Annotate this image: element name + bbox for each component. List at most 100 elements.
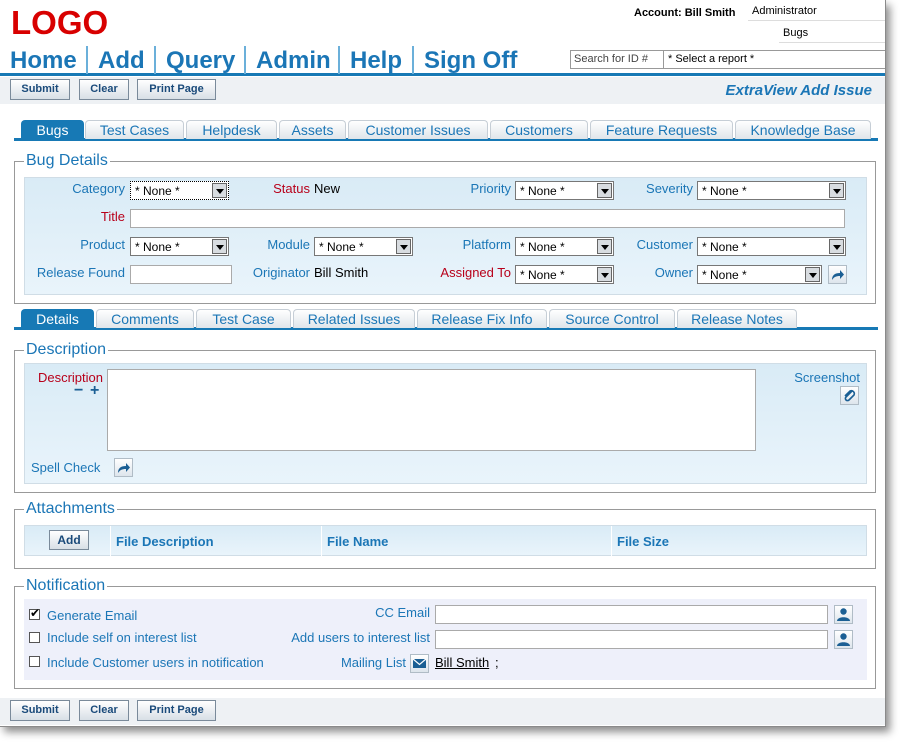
tab-customer-issues[interactable]: Customer Issues	[348, 120, 488, 139]
title-input[interactable]	[130, 209, 845, 228]
module-select[interactable]: * None *	[314, 237, 413, 256]
tab-bugs[interactable]: Bugs	[21, 120, 84, 139]
attachments-legend: Attachments	[24, 500, 117, 518]
priority-select[interactable]: * None *	[515, 181, 614, 200]
description-panel: Description − + Screenshot Spell Check	[24, 363, 867, 484]
notification-panel: Generate Email Include self on interest …	[24, 599, 867, 680]
severity-select[interactable]: * None *	[697, 181, 846, 200]
tab-helpdesk[interactable]: Helpdesk	[186, 120, 277, 139]
platform-select[interactable]: * None *	[515, 237, 614, 256]
platform-value: * None *	[520, 240, 565, 254]
chevron-down-icon	[597, 267, 612, 282]
mailing-list-label: Mailing List	[340, 655, 406, 670]
tab-knowledge-base[interactable]: Knowledge Base	[735, 120, 871, 139]
customer-select[interactable]: * None *	[697, 237, 846, 256]
chevron-down-icon	[597, 183, 612, 198]
priority-value: * None *	[520, 184, 565, 198]
role-field[interactable]: Administrator	[748, 3, 885, 21]
tab-details[interactable]: Details	[21, 309, 94, 328]
release-found-input[interactable]	[130, 265, 232, 284]
product-select[interactable]: * None *	[130, 237, 229, 256]
nav-admin[interactable]: Admin	[246, 46, 340, 74]
description-legend: Description	[24, 341, 109, 359]
clear-button[interactable]: Clear	[79, 79, 129, 100]
expand-icon[interactable]: +	[90, 382, 99, 400]
spell-check-button[interactable]	[114, 458, 133, 477]
logo: LOGO	[11, 4, 109, 41]
add-users-label: Add users to interest list	[291, 630, 430, 645]
tab-related-issues[interactable]: Related Issues	[293, 309, 415, 328]
paperclip-icon	[844, 389, 856, 402]
assigned-to-select[interactable]: * None *	[515, 265, 614, 284]
tab-comments[interactable]: Comments	[96, 309, 194, 328]
top-button-bar: Submit Clear Print Page ExtraView Add Is…	[0, 77, 885, 104]
mailing-list-button[interactable]	[410, 654, 429, 673]
mailing-user-link[interactable]: Bill Smith	[435, 655, 489, 670]
chevron-down-icon	[829, 239, 844, 254]
report-select[interactable]: * Select a report *	[663, 50, 885, 69]
originator-value: Bill Smith	[314, 265, 369, 280]
add-users-button[interactable]	[834, 630, 853, 649]
nav-home[interactable]: Home	[0, 46, 88, 74]
collapse-icon[interactable]: −	[74, 382, 83, 400]
assigned-to-label: Assigned To	[440, 265, 511, 280]
search-id-input[interactable]: Search for ID #	[570, 50, 665, 69]
tab-release-fix-info[interactable]: Release Fix Info	[417, 309, 547, 328]
submit-button[interactable]: Submit	[10, 79, 70, 100]
tab-source-control[interactable]: Source Control	[549, 309, 675, 328]
bottom-button-bar: Submit Clear Print Page	[0, 698, 885, 725]
bug-details-section: Bug Details Category * None * Status New…	[14, 152, 876, 304]
screenshot-button[interactable]	[840, 386, 859, 405]
tab-test-cases[interactable]: Test Cases	[85, 120, 184, 139]
include-customer-label: Include Customer users in notification	[47, 655, 264, 670]
tab-customers[interactable]: Customers	[490, 120, 588, 139]
owner-label: Owner	[654, 265, 693, 280]
tab-test-case[interactable]: Test Case	[196, 309, 291, 328]
user-icon	[837, 608, 850, 621]
nav-query[interactable]: Query	[156, 46, 246, 74]
category-label: Category	[72, 181, 125, 196]
description-textarea[interactable]	[107, 369, 756, 451]
tab-release-notes[interactable]: Release Notes	[677, 309, 797, 328]
attachments-section: Attachments Add File Description File Na…	[14, 500, 876, 569]
print-button-bottom[interactable]: Print Page	[137, 700, 216, 721]
chevron-down-icon	[829, 183, 844, 198]
module-label: Module	[267, 237, 310, 252]
status-value: New	[314, 181, 341, 196]
severity-label: Severity	[646, 181, 693, 196]
add-attachment-button[interactable]: Add	[49, 530, 89, 550]
priority-label: Priority	[470, 181, 511, 196]
originator-label: Originator	[252, 265, 310, 280]
generate-email-label: Generate Email	[47, 608, 138, 623]
category-select[interactable]: * None *	[130, 181, 229, 200]
nav-sign-off[interactable]: Sign Off	[414, 46, 526, 74]
tab-feature-requests[interactable]: Feature Requests	[590, 120, 733, 139]
attachments-header: Add File Description File Name File Size	[24, 525, 867, 557]
tab-assets[interactable]: Assets	[279, 120, 346, 139]
module-value: * None *	[319, 240, 364, 254]
chevron-down-icon	[597, 239, 612, 254]
col-file-description: File Description	[116, 534, 214, 549]
project-field[interactable]: Bugs	[779, 25, 885, 43]
include-self-checkbox[interactable]	[29, 632, 40, 643]
cc-email-user-button[interactable]	[834, 605, 853, 624]
detail-tabs: Details Comments Test Case Related Issue…	[14, 309, 878, 330]
print-button[interactable]: Print Page	[137, 79, 216, 100]
release-found-label: Release Found	[36, 265, 125, 280]
chevron-down-icon	[396, 239, 411, 254]
clear-button-bottom[interactable]: Clear	[79, 700, 129, 721]
include-customer-checkbox[interactable]	[29, 656, 40, 667]
chevron-down-icon	[805, 267, 820, 282]
owner-action-button[interactable]	[828, 265, 847, 284]
generate-email-checkbox[interactable]	[29, 606, 40, 620]
platform-label: Platform	[462, 237, 511, 252]
add-users-input[interactable]	[435, 630, 828, 649]
customer-label: Customer	[636, 237, 693, 252]
nav-help[interactable]: Help	[340, 46, 414, 74]
app-window: LOGO Account: Bill Smith Administrator B…	[0, 0, 886, 727]
owner-select[interactable]: * None *	[697, 265, 822, 284]
description-section: Description Description − + Screenshot S…	[14, 341, 876, 493]
cc-email-input[interactable]	[435, 605, 828, 624]
submit-button-bottom[interactable]: Submit	[10, 700, 70, 721]
nav-add[interactable]: Add	[88, 46, 156, 74]
